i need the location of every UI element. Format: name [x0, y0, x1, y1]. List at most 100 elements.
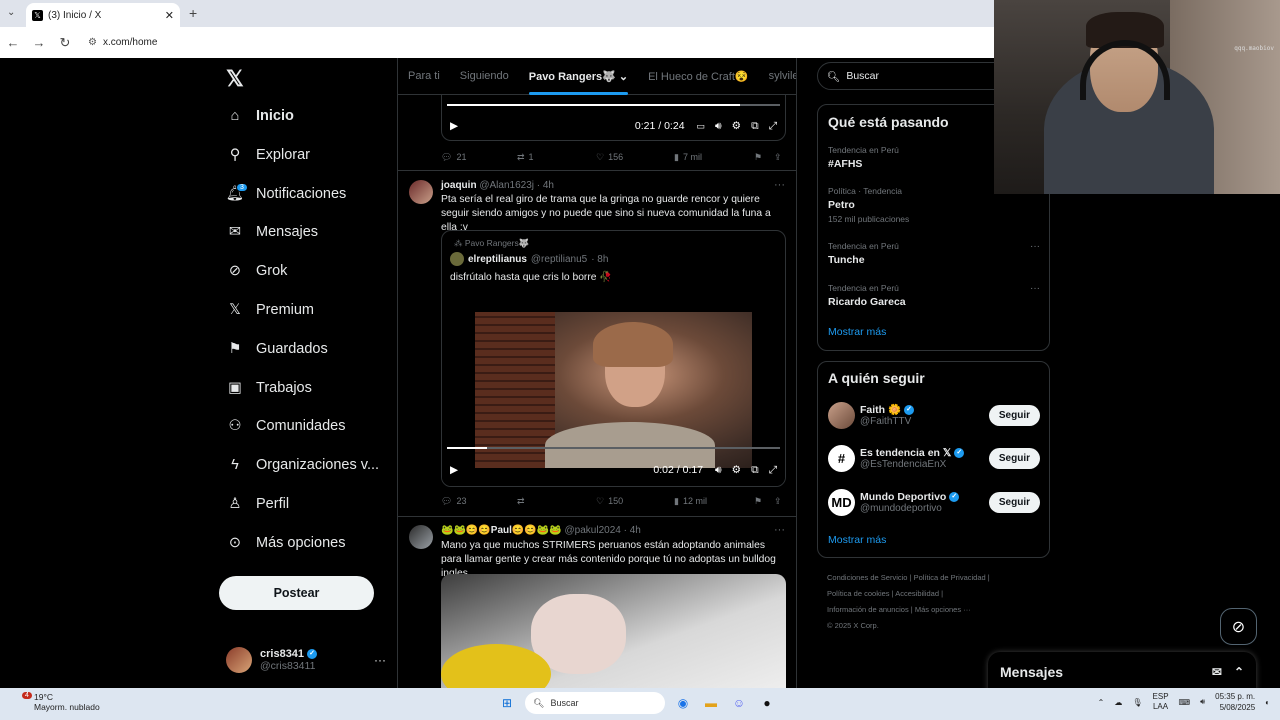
search-input[interactable]: 🔍︎ Buscar	[817, 62, 1017, 90]
taskbar-search[interactable]: 🔍︎ Buscar	[525, 692, 665, 714]
sidebar-item-8[interactable]: ▣ Trabajos	[226, 374, 312, 402]
sidebar-item-4[interactable]: ✉ Mensajes	[226, 218, 318, 246]
like-button[interactable]: ♡ 156	[596, 152, 674, 163]
author-handle[interactable]: @pakul2024	[565, 525, 621, 536]
settings-icon[interactable]: ⚙	[732, 464, 741, 476]
more-icon[interactable]: ···	[1030, 283, 1040, 294]
follow-suggestion[interactable]: MD Mundo Deportivo ✓ @mundodeportivo Seguir	[828, 487, 1040, 517]
reply-button[interactable]: 💬︎ 23	[441, 496, 517, 507]
more-icon[interactable]: ···	[374, 653, 386, 667]
reply-button[interactable]: 💬︎ 21	[441, 152, 517, 163]
folder-icon[interactable]: ▬	[701, 693, 721, 713]
tweet-media[interactable]	[441, 574, 786, 688]
language-indicator[interactable]: ESP LAA	[1153, 692, 1169, 712]
sidebar-item-6[interactable]: 𝕏 Premium	[226, 296, 314, 324]
sidebar-item-12[interactable]: ⊙ Más opciones	[226, 529, 346, 557]
weather-widget[interactable]: 4 19°C Mayorm. nublado	[22, 692, 100, 712]
notification-icon[interactable]: ◐	[1265, 698, 1270, 707]
pip-icon[interactable]: ⧉	[751, 120, 759, 133]
sidebar-item-2[interactable]: ⚲ Explorar	[226, 141, 310, 169]
sidebar-item-10[interactable]: ϟ Organizaciones v...	[226, 451, 379, 479]
share-icon[interactable]: ⇪	[774, 152, 782, 163]
chevron-up-icon[interactable]: ⌃	[1098, 698, 1105, 707]
author-name[interactable]: 🐸🐸😊😊Paul😊😊🐸🐸	[441, 525, 562, 536]
new-message-icon[interactable]: ✉	[1212, 665, 1222, 679]
sidebar-item-9[interactable]: ⚇ Comunidades	[226, 412, 346, 440]
video-progress[interactable]	[447, 447, 780, 449]
views-button[interactable]: ▮ 12 mil	[674, 496, 754, 507]
follow-button[interactable]: Seguir	[988, 448, 1040, 469]
author-name[interactable]: joaquin	[441, 180, 477, 191]
chrome-icon[interactable]: ◉	[673, 693, 693, 713]
like-button[interactable]: ♡ 150	[596, 496, 674, 507]
tab-pavo-rangers[interactable]: Pavo Rangers🐺 ⌄	[519, 58, 638, 95]
follow-suggestion[interactable]: # Es tendencia en 𝕏 ✓ @EsTendenciaEnX Segui…	[828, 444, 1040, 474]
tab-list-icon[interactable]: ⌄	[7, 7, 15, 18]
footer-line[interactable]: Política de cookies | Accesibilidad |	[827, 586, 1049, 602]
video-player[interactable]: ▶ 0:02 / 0:17 🔊︎ ⚙ ⧉ ⤢	[442, 306, 785, 486]
mic-icon[interactable]: 🎙︎	[1132, 698, 1142, 707]
bookmark-icon[interactable]: ⚑	[754, 496, 774, 507]
footer-line[interactable]: Condiciones de Servicio | Política de Pr…	[827, 570, 1049, 586]
trend-item[interactable]: Tendencia en Perú Tunche ···	[828, 241, 1040, 266]
show-more-link[interactable]: Mostrar más	[828, 326, 886, 338]
pip-icon[interactable]: ⧉	[751, 464, 759, 477]
new-tab-icon[interactable]: +	[189, 5, 197, 21]
repost-button[interactable]: ⇄	[517, 496, 596, 507]
volume-icon[interactable]: 🔊︎	[715, 464, 722, 477]
follow-button[interactable]: Seguir	[988, 404, 1040, 426]
account-switcher[interactable]: cris8341 ✓ @cris83411 ···	[226, 643, 386, 677]
address-bar[interactable]: ⚙ x.com/home	[88, 37, 157, 48]
repost-button[interactable]: ⇄ 1	[517, 152, 596, 163]
back-icon[interactable]: ←	[0, 35, 26, 50]
close-tab-icon[interactable]: ✕	[165, 9, 174, 22]
quoted-tweet[interactable]: ⁂ Pavo Rangers🐺 elreptilianus @reptilian…	[441, 230, 786, 487]
tweet[interactable]: 🐸🐸😊😊Paul😊😊🐸🐸 @pakul2024 · 4h ··· Mano ya…	[398, 518, 796, 688]
reload-icon[interactable]: ↻	[52, 35, 78, 51]
more-icon[interactable]: ···	[1030, 241, 1040, 252]
network-icon[interactable]: ⌨	[1179, 698, 1191, 707]
captions-icon[interactable]: ▭	[697, 121, 706, 132]
share-icon[interactable]: ⇪	[774, 496, 782, 507]
fullscreen-icon[interactable]: ⤢	[769, 120, 777, 133]
sidebar-item-1[interactable]: ⌂ Inicio	[226, 102, 294, 130]
tweet[interactable]: joaquin @Alan1623j · 4h ··· Pta sería el…	[398, 172, 796, 517]
play-icon[interactable]: ▶	[450, 464, 458, 476]
sidebar-item-11[interactable]: ♙ Perfil	[226, 490, 290, 518]
x-logo-icon[interactable]: 𝕏	[226, 66, 244, 92]
messages-drawer[interactable]: Mensajes ✉ ⌃	[988, 652, 1256, 692]
volume-icon[interactable]: 🔊︎	[715, 120, 722, 133]
fullscreen-icon[interactable]: ⤢	[769, 464, 777, 477]
cloud-icon[interactable]: ☁	[1114, 698, 1122, 707]
volume-icon[interactable]: 🔊︎	[1200, 697, 1205, 707]
tab-para-ti[interactable]: Para ti	[398, 58, 450, 95]
site-info-icon[interactable]: ⚙	[88, 37, 97, 48]
trend-item[interactable]: Tendencia en Perú Ricardo Gareca ···	[828, 283, 1040, 308]
expand-icon[interactable]: ⌃	[1234, 665, 1244, 679]
video-progress[interactable]	[447, 104, 780, 106]
sidebar-item-3[interactable]: 🔔︎ 3 Notificaciones	[226, 180, 346, 208]
play-icon[interactable]: ▶	[450, 120, 458, 132]
footer-line[interactable]: Información de anuncios | Más opciones ·…	[827, 602, 1049, 618]
tab-hueco-de-craft[interactable]: El Hueco de Craft😵	[638, 58, 759, 95]
browser-tab[interactable]: 𝕏 (3) Inicio / X ✕	[26, 3, 180, 27]
more-icon[interactable]: ···	[774, 179, 785, 191]
avatar[interactable]	[409, 525, 433, 549]
discord-icon[interactable]: ☺	[729, 693, 749, 713]
bookmark-icon[interactable]: ⚑	[754, 152, 774, 163]
more-icon[interactable]: ···	[774, 524, 785, 536]
avatar[interactable]	[409, 180, 433, 204]
show-more-link[interactable]: Mostrar más	[828, 534, 886, 546]
post-button[interactable]: Postear	[219, 576, 374, 610]
forward-icon[interactable]: →	[26, 35, 52, 50]
follow-button[interactable]: Seguir	[988, 491, 1040, 513]
grok-button[interactable]: ⊘	[1220, 608, 1257, 645]
settings-icon[interactable]: ⚙	[732, 120, 741, 132]
sidebar-item-7[interactable]: ⚑ Guardados	[226, 335, 328, 363]
views-button[interactable]: ▮ 7 mil	[674, 152, 754, 163]
app-icon[interactable]: ●	[757, 693, 777, 713]
tab-sylvile[interactable]: sylvile	[759, 58, 796, 95]
tab-siguiendo[interactable]: Siguiendo	[450, 58, 519, 95]
windows-start-icon[interactable]: ⊞	[497, 693, 517, 713]
clock[interactable]: 05:35 p. m. 5/08/2025	[1215, 691, 1255, 713]
